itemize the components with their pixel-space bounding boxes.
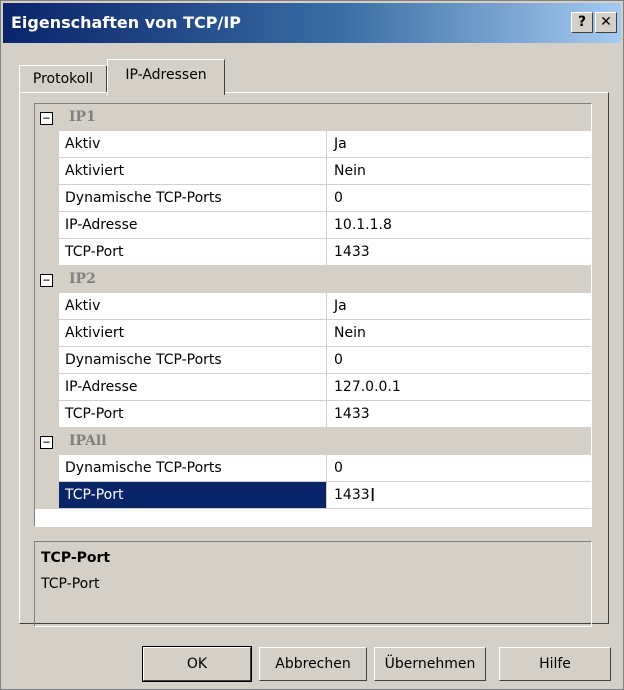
property-name: IP-Adresse xyxy=(59,374,327,400)
category-row-ipall: − IPAll xyxy=(35,428,591,455)
property-row[interactable]: Dynamische TCP-Ports 0 xyxy=(35,185,591,212)
property-value-input[interactable]: 1433 xyxy=(328,482,591,508)
property-value[interactable]: 1433 xyxy=(328,239,591,265)
property-row[interactable]: IP-Adresse 127.0.0.1 xyxy=(35,374,591,401)
category-row-ip1: − IP1 xyxy=(35,104,591,131)
property-name: Dynamische TCP-Ports xyxy=(59,455,327,481)
title-bar[interactable]: Eigenschaften von TCP/IP ? ✕ xyxy=(3,3,621,43)
property-row[interactable]: Dynamische TCP-Ports 0 xyxy=(35,455,591,482)
property-row[interactable]: IP-Adresse 10.1.1.8 xyxy=(35,212,591,239)
tab-protokoll[interactable]: Protokoll xyxy=(19,65,107,93)
property-grid: − IP1 Aktiv Ja Aktiviert Nein Dynamische… xyxy=(34,103,592,527)
property-name: Dynamische TCP-Ports xyxy=(59,347,327,373)
close-icon[interactable]: ✕ xyxy=(595,12,617,33)
property-value[interactable]: Ja xyxy=(328,131,591,157)
property-name: TCP-Port xyxy=(59,401,327,427)
help-button[interactable]: Hilfe xyxy=(499,647,611,681)
description-pane: TCP-Port TCP-Port xyxy=(34,541,592,627)
property-value[interactable]: 10.1.1.8 xyxy=(328,212,591,238)
property-row[interactable]: TCP-Port 1433 xyxy=(35,401,591,428)
apply-button[interactable]: Übernehmen xyxy=(374,647,486,681)
description-text: TCP-Port xyxy=(41,576,100,592)
property-value[interactable]: Ja xyxy=(328,293,591,319)
property-name: TCP-Port xyxy=(59,482,327,508)
property-name: IP-Adresse xyxy=(59,212,327,238)
property-value[interactable]: 0 xyxy=(328,347,591,373)
description-title: TCP-Port xyxy=(41,550,111,566)
property-value[interactable]: 127.0.0.1 xyxy=(328,374,591,400)
category-row-ip2: − IP2 xyxy=(35,266,591,293)
property-row-selected[interactable]: TCP-Port 1433 Ι xyxy=(35,482,591,509)
text-cursor-icon: Ι xyxy=(370,485,376,506)
ok-button[interactable]: OK xyxy=(142,646,252,682)
tab-panel: − IP1 Aktiv Ja Aktiviert Nein Dynamische… xyxy=(19,92,609,627)
properties-dialog: Eigenschaften von TCP/IP ? ✕ Protokoll I… xyxy=(0,0,624,690)
property-value[interactable]: Nein xyxy=(328,320,591,346)
property-value[interactable]: 0 xyxy=(328,185,591,211)
cancel-button[interactable]: Abbrechen xyxy=(259,647,367,681)
property-row[interactable]: Dynamische TCP-Ports 0 xyxy=(35,347,591,374)
window-title: Eigenschaften von TCP/IP xyxy=(11,13,242,32)
property-name: Aktiv xyxy=(59,131,327,157)
collapse-icon[interactable]: − xyxy=(40,112,53,125)
category-label: IPAll xyxy=(69,433,107,449)
property-name: Aktiviert xyxy=(59,158,327,184)
property-name: Aktiviert xyxy=(59,320,327,346)
property-value[interactable]: 1433 xyxy=(328,401,591,427)
property-name: TCP-Port xyxy=(59,239,327,265)
collapse-icon[interactable]: − xyxy=(40,274,53,287)
category-label: IP2 xyxy=(69,271,96,287)
category-label: IP1 xyxy=(69,109,96,125)
property-row[interactable]: Aktiv Ja xyxy=(35,131,591,158)
property-value[interactable]: Nein xyxy=(328,158,591,184)
help-icon[interactable]: ? xyxy=(571,12,593,33)
property-row[interactable]: Aktiviert Nein xyxy=(35,158,591,185)
property-row[interactable]: TCP-Port 1433 xyxy=(35,239,591,266)
tab-ip-adressen[interactable]: IP-Adressen xyxy=(107,59,225,95)
grid-empty-area xyxy=(35,509,591,523)
property-name: Aktiv xyxy=(59,293,327,319)
property-row[interactable]: Aktiv Ja xyxy=(35,293,591,320)
collapse-icon[interactable]: − xyxy=(40,436,53,449)
property-row[interactable]: Aktiviert Nein xyxy=(35,320,591,347)
property-value[interactable]: 0 xyxy=(328,455,591,481)
property-name: Dynamische TCP-Ports xyxy=(59,185,327,211)
